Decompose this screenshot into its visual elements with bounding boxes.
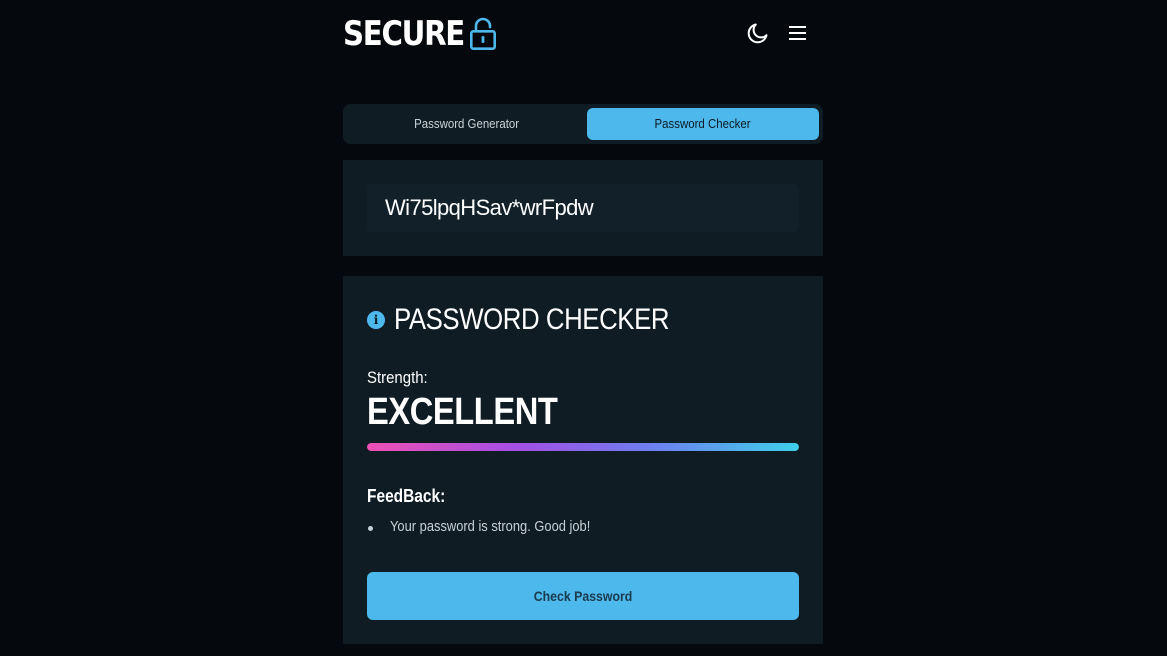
- lock-open-icon: [469, 17, 497, 51]
- info-icon[interactable]: i: [367, 311, 385, 329]
- header-actions: [745, 20, 811, 46]
- list-item: Your password is strong. Good job!: [367, 518, 623, 535]
- header: SECURE: [343, 12, 823, 56]
- strength-label: Strength:: [367, 368, 428, 387]
- moon-icon[interactable]: [745, 20, 771, 46]
- check-password-button[interactable]: Check Password: [367, 572, 799, 620]
- password-input[interactable]: [367, 184, 799, 232]
- strength-meter: [367, 443, 799, 451]
- logo[interactable]: SECURE: [343, 14, 497, 54]
- tab-password-generator[interactable]: Password Generator: [347, 108, 587, 140]
- password-panel: [343, 160, 823, 256]
- feedback-list: Your password is strong. Good job!: [367, 518, 623, 535]
- feedback-label: FeedBack:: [367, 486, 446, 506]
- strength-value: EXCELLENT: [367, 391, 558, 433]
- menu-icon[interactable]: [785, 20, 811, 46]
- password-checker-card: i PASSWORD CHECKER Strength: EXCELLENT F…: [343, 276, 823, 644]
- logo-text: SECURE: [343, 14, 465, 54]
- card-title: PASSWORD CHECKER: [394, 303, 670, 336]
- strength-meter-fill: [367, 443, 799, 451]
- card-title-row: i PASSWORD CHECKER: [367, 302, 714, 338]
- mode-tabs: Password Generator Password Checker: [343, 104, 823, 144]
- app-root: SECURE Password Generator Password Check…: [0, 0, 1167, 656]
- tab-password-checker[interactable]: Password Checker: [587, 108, 819, 140]
